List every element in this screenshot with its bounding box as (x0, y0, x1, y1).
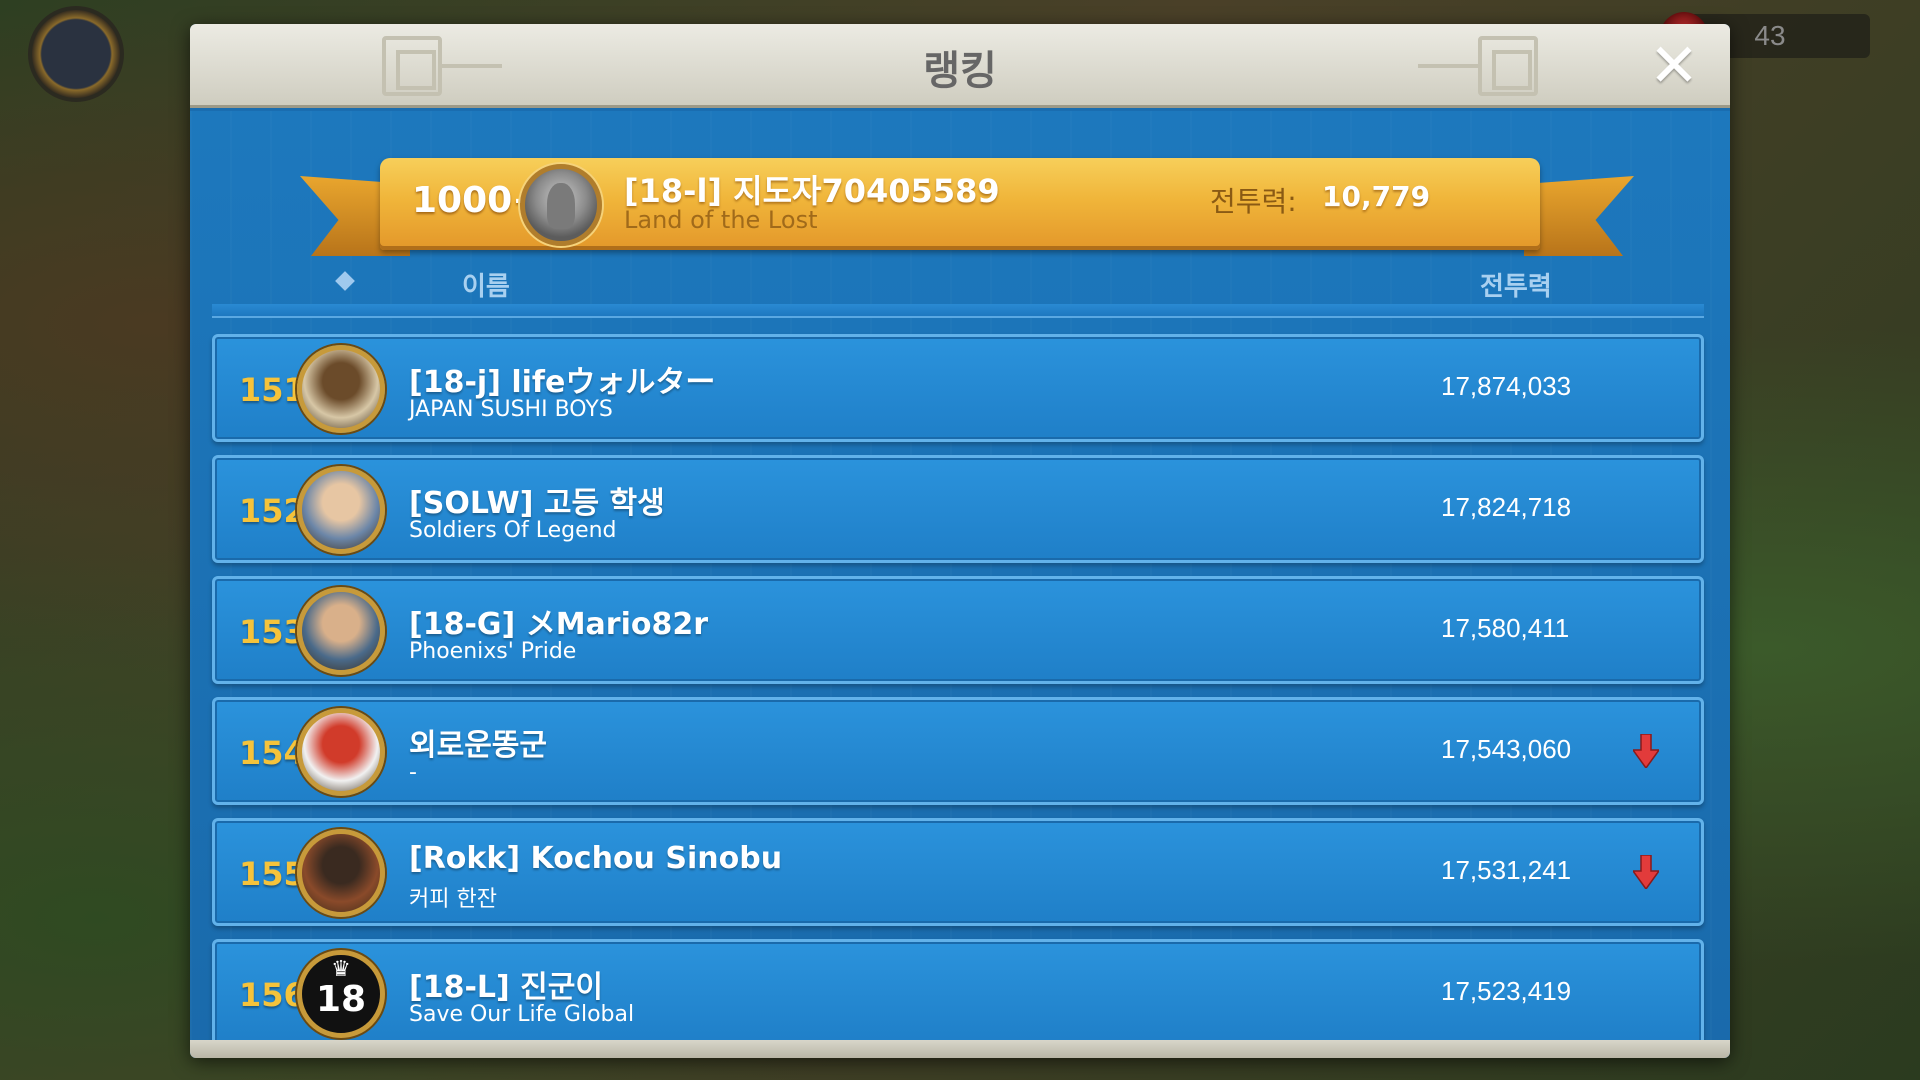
my-rank-ribbon[interactable]: 1000+ [18-l] 지도자70405589 Land of the Los… (380, 158, 1540, 250)
ranking-row[interactable]: 152 [SOLW] 고등 학생 Soldiers Of Legend 17,824,… (212, 455, 1704, 563)
row-alliance-name: JAPAN SUSHI BOYS (409, 397, 613, 422)
row-rank-number: 154 (239, 734, 306, 772)
row-rank-number: 153 (239, 613, 306, 651)
ranking-row[interactable]: 154 외로운똥군 - 17,543,060 (212, 697, 1704, 805)
life-emblem-avatar[interactable] (297, 345, 385, 433)
ranking-row[interactable]: 151 [18-j] lifeウォルター JAPAN SUSHI BOYS 17,87… (212, 334, 1704, 442)
row-rank-number: 155 (239, 855, 306, 893)
column-header-power: 전투력 (1480, 272, 1552, 302)
row-power-value: 17,824,718 (1441, 492, 1572, 522)
hooded-figure-avatar[interactable] (297, 829, 385, 917)
ranking-row[interactable]: 155 [Rokk] Kochou Sinobu 커피 한잔 17,531,241 (212, 818, 1704, 926)
my-power-value: 10,779 (1322, 180, 1431, 213)
my-power-label: 전투력: (1210, 185, 1297, 218)
row-rank-number: 156 (239, 976, 306, 1014)
row-alliance-name: - (409, 760, 417, 785)
row-alliance-name: Soldiers Of Legend (409, 518, 617, 543)
close-button[interactable]: ✕ (1646, 36, 1702, 96)
row-alliance-name: 커피 한잔 (409, 887, 497, 912)
rank-down-arrow-icon (1633, 855, 1659, 889)
row-rank-number: 152 (239, 492, 306, 530)
cartoon-panda-avatar[interactable] (297, 708, 385, 796)
row-player-name: [18-L] 진군이 (409, 970, 603, 1005)
crown-18-badge-avatar[interactable]: ♛ 18 (297, 950, 385, 1038)
row-alliance-name: Save Our Life Global (409, 1002, 635, 1027)
row-player-name: [18-G] メMario82r (409, 607, 709, 642)
avatar-badge-text: 18 (315, 978, 367, 1020)
row-alliance-name: Phoenixs' Pride (409, 639, 577, 664)
commander-portrait-avatar[interactable] (297, 587, 385, 675)
row-player-name: [Rokk] Kochou Sinobu (409, 841, 783, 876)
row-power-value: 17,523,419 (1441, 976, 1572, 1006)
my-avatar (520, 164, 602, 246)
resource-counter-value: 43 (1754, 20, 1786, 51)
rank-down-arrow-icon (1633, 734, 1659, 768)
column-header-name: 이름 (462, 272, 510, 302)
row-power-value: 17,874,033 (1441, 371, 1572, 401)
row-power-value: 17,580,411 (1441, 613, 1570, 643)
my-alliance-name: Land of the Lost (624, 206, 818, 234)
row-power-value: 17,543,060 (1441, 734, 1572, 764)
crown-icon: ♛ (331, 957, 351, 982)
ranking-list[interactable]: 151 [18-j] lifeウォルター JAPAN SUSHI BOYS 17,87… (212, 334, 1704, 1058)
row-rank-number: 151 (239, 371, 306, 409)
commander-portrait-avatar[interactable] (297, 466, 385, 554)
row-player-name: [18-j] lifeウォルター (409, 365, 716, 400)
player-avatar-hud[interactable] (28, 6, 124, 102)
ranking-panel: 랭킹 ✕ 1000+ [18-l] 지도자70405589 Land of th… (190, 24, 1730, 1058)
close-icon: ✕ (1648, 31, 1700, 101)
row-power-value: 17,531,241 (1441, 855, 1572, 885)
panel-title: 랭킹 (923, 48, 997, 94)
row-player-name: [SOLW] 고등 학생 (409, 486, 665, 521)
ranking-row[interactable]: 156 ♛ 18 [18-L] 진군이 Save Our Life Global 17,5… (212, 939, 1704, 1047)
panel-bottom-border (190, 1040, 1730, 1058)
list-top-edge (212, 304, 1704, 318)
panel-header: 랭킹 ✕ (190, 24, 1730, 108)
ranking-row[interactable]: 153 [18-G] メMario82r Phoenixs' Pride 17,580… (212, 576, 1704, 684)
row-player-name: 외로운똥군 (409, 728, 547, 763)
